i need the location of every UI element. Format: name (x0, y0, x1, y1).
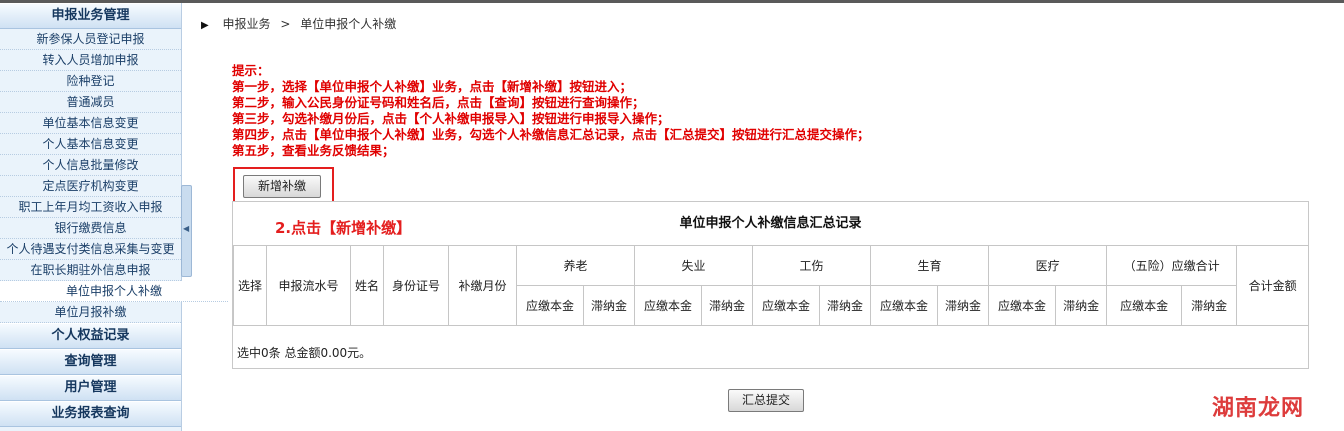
breadcrumb-arrow-icon: ▶ (201, 20, 209, 31)
menu-item-unit-info-change[interactable]: 单位基本信息变更 (0, 113, 181, 134)
col-payment-month: 补缴月份 (448, 245, 517, 326)
tip-step-5: 第五步，查看业务反馈结果； (232, 143, 395, 158)
subcol-pension-due: 应缴本金 (516, 285, 584, 326)
section-user-management[interactable]: 用户管理 (0, 375, 181, 401)
section-personal-rights[interactable]: 个人权益记录 (0, 323, 181, 349)
subcol-total-late: 滞纳金 (1181, 285, 1238, 326)
tip-step-3: 第三步，勾选补缴月份后，点击【个人补缴申报导入】按钮进行申报导入操作； (232, 111, 670, 126)
collapse-arrow-icon: ◀ (183, 224, 190, 233)
main-content: ▶ 申报业务 > 单位申报个人补缴 提示： 第一步，选择【单位申报个人补缴】业务… (195, 3, 1344, 431)
menu-item-insurance-registration[interactable]: 险种登记 (0, 71, 181, 92)
menu-item-benefit-payment-info[interactable]: 个人待遇支付类信息采集与变更 (0, 239, 181, 260)
col-id-number: 身份证号 (383, 245, 449, 326)
subcol-unemployment-late: 滞纳金 (701, 285, 754, 326)
menu-item-bank-payment-info[interactable]: 银行缴费信息 (0, 218, 181, 239)
section-declare-business[interactable]: 申报业务管理 (0, 3, 181, 29)
group-five-insurance-total: （五险）应缴合计 (1106, 245, 1238, 286)
tip-step-4: 第四步，点击【单位申报个人补缴】业务，勾选个人补缴信息汇总记录，点击【汇总提交】… (232, 127, 870, 142)
table-header-row: 选择 申报流水号 姓名 身份证号 补缴月份 养老 失业 工伤 生育 医疗 （五险… (233, 245, 1310, 326)
tip-step-1: 第一步，选择【单位申报个人补缴】业务，点击【新增补缴】按钮进入； (232, 79, 633, 94)
section-query-management[interactable]: 查询管理 (0, 349, 181, 375)
selection-summary: 选中0条 总金额0.00元。 (237, 346, 372, 360)
sidebar-collapse-handle[interactable]: ◀ (181, 185, 192, 277)
subcol-maternity-late: 滞纳金 (937, 285, 990, 326)
menu-item-medical-institution-change[interactable]: 定点医疗机构变更 (0, 176, 181, 197)
section-report-query[interactable]: 业务报表查询 (0, 401, 181, 427)
group-maternity: 生育 (870, 245, 990, 286)
breadcrumb-separator: > (280, 17, 291, 31)
menu-item-overseas-staff[interactable]: 在职长期驻外信息申报 (0, 260, 181, 281)
menu-item-batch-modify[interactable]: 个人信息批量修改 (0, 155, 181, 176)
sidebar: 申报业务管理 新参保人员登记申报 转入人员增加申报 险种登记 普通减员 单位基本… (0, 3, 228, 431)
group-work-injury: 工伤 (752, 245, 872, 286)
summary-submit-button[interactable]: 汇总提交 (728, 389, 804, 412)
tip-step-2: 第二步，输入公民身份证号码和姓名后，点击【查询】按钮进行查询操作； (232, 95, 645, 110)
records-table: 选择 申报流水号 姓名 身份证号 补缴月份 养老 失业 工伤 生育 医疗 （五险… (233, 245, 1310, 326)
col-select: 选择 (233, 245, 267, 326)
col-name: 姓名 (350, 245, 384, 326)
subcol-injury-late: 滞纳金 (819, 285, 872, 326)
menu-item-unit-monthly-back-payment[interactable]: 单位月报补缴 (0, 302, 181, 323)
menu-item-transfer-in[interactable]: 转入人员增加申报 (0, 50, 181, 71)
breadcrumb-current: 单位申报个人补缴 (300, 17, 397, 31)
col-serial-number: 申报流水号 (266, 245, 351, 326)
subcol-pension-late: 滞纳金 (582, 285, 636, 326)
subcol-total-due: 应缴本金 (1106, 285, 1183, 326)
subcol-medical-due: 应缴本金 (988, 285, 1057, 326)
summary-records-panel: 单位申报个人补缴信息汇总记录 2.点击【新增补缴】 选择 申报流水号 姓名 身份… (232, 201, 1310, 369)
group-pension: 养老 (515, 245, 636, 286)
tips-block: 提示： 第一步，选择【单位申报个人补缴】业务，点击【新增补缴】按钮进入； 第二步… (232, 63, 870, 159)
annotation-note: 2.点击【新增补缴】 (275, 219, 412, 237)
subcol-injury-due: 应缴本金 (752, 285, 821, 326)
subcol-unemployment-due: 应缴本金 (634, 285, 703, 326)
menu-item-ordinary-reduction[interactable]: 普通减员 (0, 92, 181, 113)
tips-heading: 提示： (232, 63, 270, 78)
group-medical: 医疗 (988, 245, 1108, 286)
subcol-maternity-due: 应缴本金 (870, 285, 939, 326)
menu-item-personal-info-change[interactable]: 个人基本信息变更 (0, 134, 181, 155)
group-unemployment: 失业 (634, 245, 754, 286)
breadcrumb: ▶ 申报业务 > 单位申报个人补缴 (201, 15, 396, 32)
add-back-payment-button[interactable]: 新增补缴 (243, 175, 321, 198)
declare-menu-list: 新参保人员登记申报 转入人员增加申报 险种登记 普通减员 单位基本信息变更 个人… (0, 29, 228, 323)
watermark-logo: 湖南龙网 (1212, 396, 1305, 421)
menu-item-new-enrollee[interactable]: 新参保人员登记申报 (0, 29, 181, 50)
menu-item-wage-declaration[interactable]: 职工上年月均工资收入申报 (0, 197, 181, 218)
col-total-amount: 合计金额 (1236, 245, 1310, 326)
subcol-medical-late: 滞纳金 (1055, 285, 1108, 326)
breadcrumb-root: 申报业务 (222, 17, 271, 31)
menu-item-unit-personal-back-payment[interactable]: 单位申报个人补缴 (0, 281, 228, 302)
